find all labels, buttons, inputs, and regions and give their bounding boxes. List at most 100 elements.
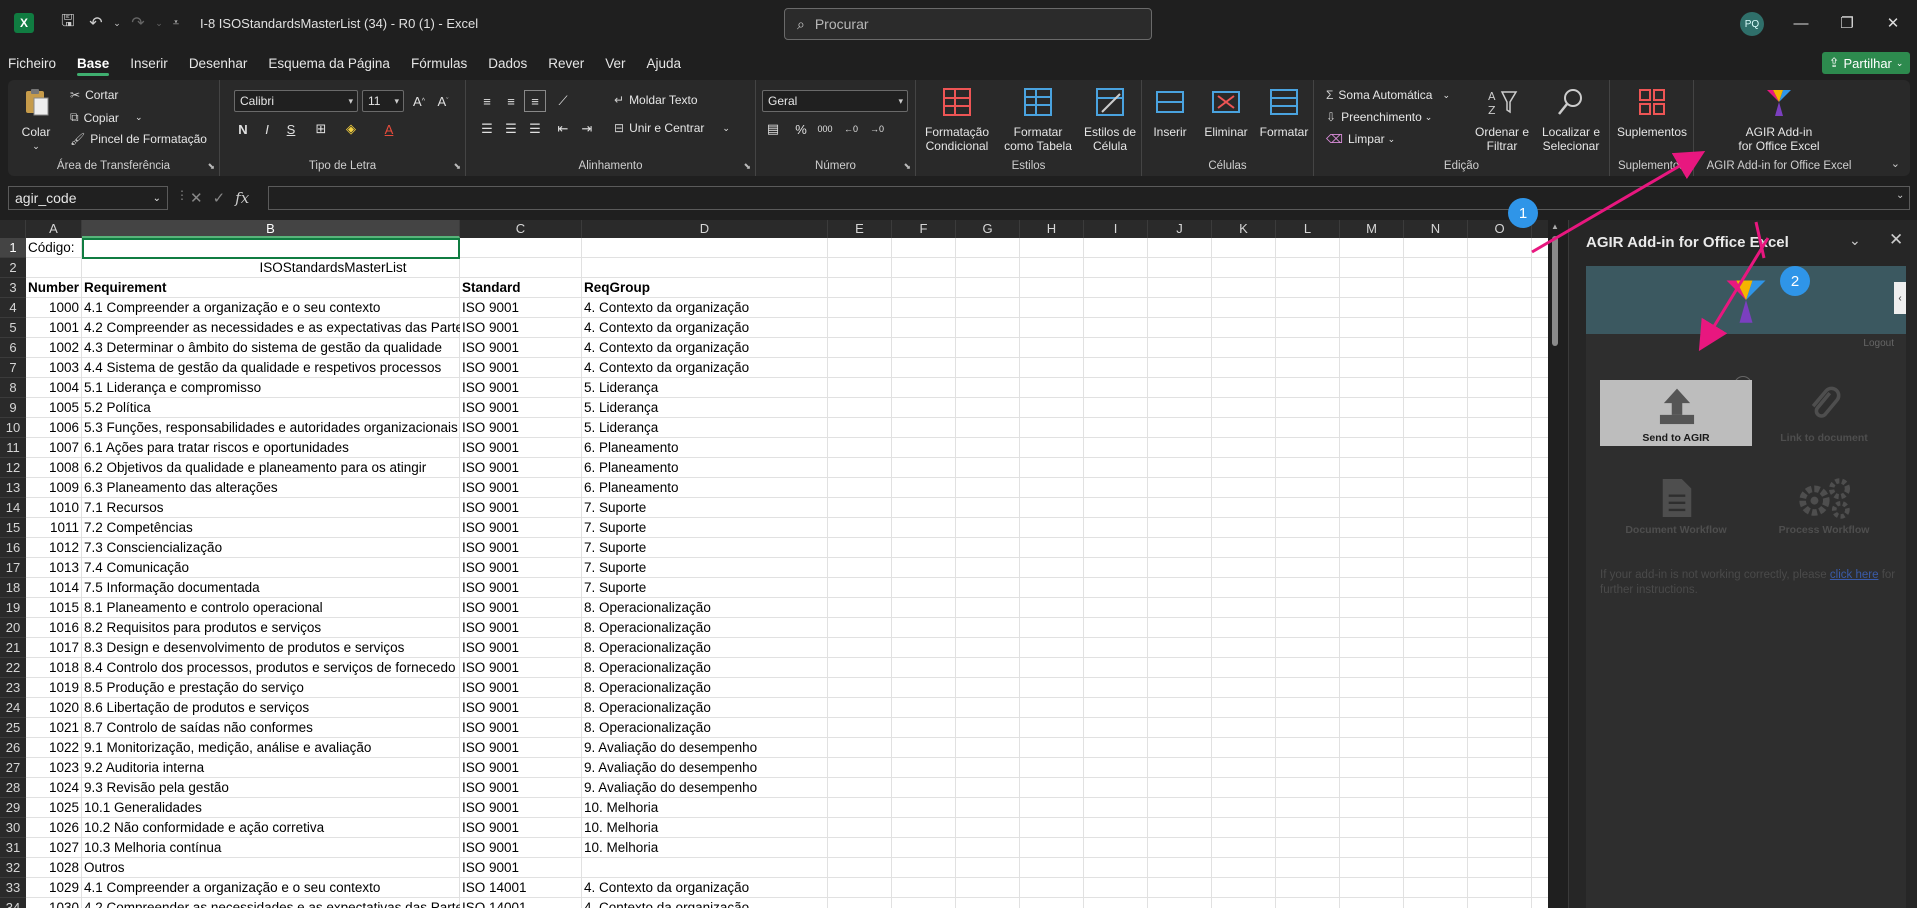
merge-center-button[interactable]: ⊟ Unir e Centrar ⌄	[614, 121, 730, 135]
insert-function-icon[interactable]: fx	[235, 189, 249, 207]
font-size-select[interactable]: 11 ▾	[362, 90, 404, 112]
cell-c[interactable]: ISO 9001	[460, 758, 582, 778]
row-header[interactable]: 25	[0, 718, 26, 738]
clear-button[interactable]: ⌫ Limpar ⌄	[1326, 132, 1395, 146]
cell-d[interactable]: 10. Melhoria	[582, 838, 828, 858]
decrease-indent-icon[interactable]: ⇤	[552, 118, 574, 140]
row-header[interactable]: 16	[0, 538, 26, 558]
cell-a[interactable]: 1025	[26, 798, 82, 818]
decrease-decimal-icon[interactable]: →0	[866, 118, 888, 140]
cell-c[interactable]: ISO 9001	[460, 498, 582, 518]
cell-a[interactable]: 1014	[26, 578, 82, 598]
column-header-d[interactable]: D	[582, 220, 828, 238]
name-box[interactable]: agir_code ⌄	[8, 186, 168, 210]
cell-c[interactable]: ISO 9001	[460, 518, 582, 538]
cell-b[interactable]: 10.1 Generalidades	[82, 798, 460, 818]
cell-b[interactable]: 8.6 Libertação de produtos e serviços	[82, 698, 460, 718]
tab-rever[interactable]: Rever	[548, 50, 584, 76]
cell-a[interactable]: 1019	[26, 678, 82, 698]
column-header-a[interactable]: A	[26, 220, 82, 238]
autosum-button[interactable]: Σ Soma Automática ⌄	[1326, 88, 1450, 102]
share-button[interactable]: ⇪ Partilhar ⌄	[1822, 52, 1910, 74]
cell-c[interactable]: Standard	[460, 278, 582, 298]
cell-c[interactable]: ISO 9001	[460, 858, 582, 878]
link-to-document-button[interactable]: Link to document	[1748, 380, 1900, 446]
cell-d[interactable]: 10. Melhoria	[582, 798, 828, 818]
cell-c[interactable]: ISO 9001	[460, 438, 582, 458]
currency-icon[interactable]: ▤	[762, 118, 784, 140]
cell-d[interactable]: 7. Suporte	[582, 558, 828, 578]
column-header-l[interactable]: L	[1276, 220, 1340, 238]
shrink-font-icon[interactable]: Aˇ	[432, 90, 454, 112]
row-header[interactable]: 10	[0, 418, 26, 438]
cell-b[interactable]: 6.3 Planeamento das alterações	[82, 478, 460, 498]
cell-a[interactable]: 1011	[26, 518, 82, 538]
row-header[interactable]: 27	[0, 758, 26, 778]
cell-b[interactable]: 4.2 Compreender as necessidades e as exp…	[82, 318, 460, 338]
row-header[interactable]: 2	[0, 258, 26, 278]
tab-dados[interactable]: Dados	[488, 50, 527, 76]
cell-b[interactable]: 8.7 Controlo de saídas não conformes	[82, 718, 460, 738]
cell-b[interactable]: 7.3 Consciencialização	[82, 538, 460, 558]
cell-d[interactable]: 8. Operacionalização	[582, 598, 828, 618]
tab-formulas[interactable]: Fórmulas	[411, 50, 467, 76]
dialog-launcher-icon[interactable]: ⬊	[903, 161, 911, 172]
row-header[interactable]: 30	[0, 818, 26, 838]
format-cells-button[interactable]: Formatar	[1256, 86, 1312, 139]
row-header[interactable]: 9	[0, 398, 26, 418]
cell-b[interactable]: 6.2 Objetivos da qualidade e planeamento…	[82, 458, 460, 478]
cell-d[interactable]	[582, 238, 828, 258]
insert-cells-button[interactable]: Inserir	[1144, 86, 1196, 139]
cell-b[interactable]: 8.3 Design e desenvolvimento de produtos…	[82, 638, 460, 658]
cell-c[interactable]: ISO 14001	[460, 878, 582, 898]
cell-d[interactable]: 4. Contexto da organização	[582, 878, 828, 898]
font-color-icon[interactable]: A	[378, 118, 400, 140]
cell-b[interactable]: ISOStandardsMasterList	[82, 258, 582, 278]
cell-a[interactable]: Código:	[26, 238, 82, 258]
cell-b[interactable]: 5.3 Funções, responsabilidades e autorid…	[82, 418, 460, 438]
tab-esquema-da-pagina[interactable]: Esquema da Página	[268, 50, 390, 76]
cell-a[interactable]: 1028	[26, 858, 82, 878]
percent-icon[interactable]: %	[790, 118, 812, 140]
tab-ver[interactable]: Ver	[605, 50, 625, 76]
expand-formula-icon[interactable]: ⌄	[1896, 190, 1904, 201]
cell-b[interactable]: Outros	[82, 858, 460, 878]
cell-a[interactable]: 1024	[26, 778, 82, 798]
cell-d[interactable]: 6. Planeamento	[582, 438, 828, 458]
logout-link[interactable]: Logout	[1863, 338, 1894, 349]
row-header[interactable]: 20	[0, 618, 26, 638]
cell-c[interactable]: ISO 9001	[460, 778, 582, 798]
row-header[interactable]: 33	[0, 878, 26, 898]
cell-c[interactable]: ISO 9001	[460, 358, 582, 378]
cell-a[interactable]: 1021	[26, 718, 82, 738]
avatar[interactable]: PQ	[1740, 12, 1764, 36]
increase-indent-icon[interactable]: ⇥	[576, 118, 598, 140]
restore-button[interactable]: ❐	[1824, 0, 1870, 46]
borders-icon[interactable]: ⊞	[310, 118, 332, 140]
row-header[interactable]: 14	[0, 498, 26, 518]
row-header[interactable]: 26	[0, 738, 26, 758]
cell-b[interactable]: 7.5 Informação documentada	[82, 578, 460, 598]
cell-b[interactable]: 9.2 Auditoria interna	[82, 758, 460, 778]
cell-d[interactable]	[582, 858, 828, 878]
cell-a[interactable]: 1030	[26, 898, 82, 908]
cell-b[interactable]: 8.1 Planeamento e controlo operacional	[82, 598, 460, 618]
row-header[interactable]: 29	[0, 798, 26, 818]
cell-b[interactable]: 4.1 Compreender a organização e o seu co…	[82, 878, 460, 898]
cell-a[interactable]: 1018	[26, 658, 82, 678]
cell-b[interactable]: 7.1 Recursos	[82, 498, 460, 518]
cell-b[interactable]: 7.2 Competências	[82, 518, 460, 538]
cell-b[interactable]: 9.1 Monitorização, medição, análise e av…	[82, 738, 460, 758]
cell-c[interactable]: ISO 9001	[460, 338, 582, 358]
column-header-c[interactable]: C	[460, 220, 582, 238]
row-header[interactable]: 31	[0, 838, 26, 858]
column-header-j[interactable]: J	[1148, 220, 1212, 238]
cell-c[interactable]: ISO 9001	[460, 718, 582, 738]
cell-b[interactable]: 6.1 Ações para tratar riscos e oportunid…	[82, 438, 460, 458]
row-header[interactable]: 19	[0, 598, 26, 618]
cell-d[interactable]: 4. Contexto da organização	[582, 318, 828, 338]
cell-b[interactable]: 4.4 Sistema de gestão da qualidade e res…	[82, 358, 460, 378]
cell-d[interactable]: 8. Operacionalização	[582, 678, 828, 698]
column-header-n[interactable]: N	[1404, 220, 1468, 238]
collapse-ribbon-icon[interactable]: ⌄	[1891, 157, 1900, 170]
